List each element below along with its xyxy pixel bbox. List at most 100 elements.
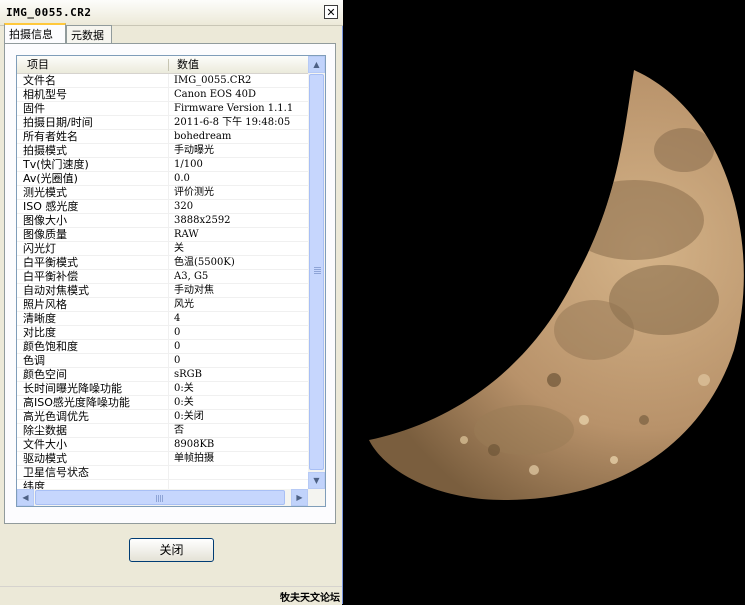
table-row[interactable]: 长时间曝光降噪功能 0:关 bbox=[17, 382, 309, 396]
row-key: 对比度 bbox=[23, 326, 56, 339]
row-key: 颜色饱和度 bbox=[23, 340, 78, 353]
row-key: ISO 感光度 bbox=[23, 200, 79, 213]
status-bar: 牧夫天文论坛 bbox=[0, 586, 342, 605]
row-value: 色温(5500K) bbox=[174, 257, 235, 268]
table-row[interactable]: 对比度 0 bbox=[17, 326, 309, 340]
moon-photo bbox=[344, 0, 745, 604]
table-row[interactable]: 除尘数据 否 bbox=[17, 424, 309, 438]
row-value: 0:关闭 bbox=[174, 411, 204, 422]
table-row[interactable]: 高ISO感光度降噪功能 0:关 bbox=[17, 396, 309, 410]
window-title: IMG_0055.CR2 bbox=[6, 6, 92, 19]
row-key: 固件 bbox=[23, 102, 45, 115]
row-key: 卫星信号状态 bbox=[23, 466, 89, 479]
row-key: 图像质量 bbox=[23, 228, 67, 241]
cell-divider bbox=[168, 354, 169, 367]
horizontal-scroll-thumb[interactable] bbox=[35, 490, 285, 505]
row-key: 自动对焦模式 bbox=[23, 284, 89, 297]
close-window-button[interactable]: ✕ bbox=[324, 5, 338, 19]
table-row[interactable]: 自动对焦模式 手动对焦 bbox=[17, 284, 309, 298]
row-key: 驱动模式 bbox=[23, 452, 67, 465]
table-row[interactable]: 卫星信号状态 bbox=[17, 466, 309, 480]
row-value: 关 bbox=[174, 243, 184, 254]
tab-label: 拍摄信息 bbox=[9, 28, 53, 41]
table-row[interactable]: 闪光灯 关 bbox=[17, 242, 309, 256]
close-button[interactable]: 关闭 bbox=[129, 538, 214, 562]
table-row[interactable]: 所有者姓名 bohedream bbox=[17, 130, 309, 144]
scroll-left-button[interactable]: ◀ bbox=[17, 489, 34, 506]
table-row[interactable]: ISO 感光度 320 bbox=[17, 200, 309, 214]
table-row[interactable]: 文件大小 8908KB bbox=[17, 438, 309, 452]
column-divider[interactable] bbox=[168, 59, 169, 71]
table-row[interactable]: 色调 0 bbox=[17, 354, 309, 368]
cell-divider bbox=[168, 382, 169, 395]
column-header-item[interactable]: 项目 bbox=[27, 56, 49, 73]
table-row[interactable]: 固件 Firmware Version 1.1.1 bbox=[17, 102, 309, 116]
table-row[interactable]: 相机型号 Canon EOS 40D bbox=[17, 88, 309, 102]
moon-image bbox=[369, 70, 744, 500]
table-row[interactable]: 驱动模式 单帧拍摄 bbox=[17, 452, 309, 466]
vertical-scroll-thumb[interactable] bbox=[309, 74, 324, 470]
cell-divider bbox=[168, 298, 169, 311]
row-key: 文件名 bbox=[23, 74, 56, 87]
row-value: 3888x2592 bbox=[174, 215, 231, 226]
table-row[interactable]: 拍摄模式 手动曝光 bbox=[17, 144, 309, 158]
table-row[interactable]: 照片风格 风光 bbox=[17, 298, 309, 312]
row-key: Av(光圈值) bbox=[23, 172, 78, 185]
cell-divider bbox=[168, 102, 169, 115]
cell-divider bbox=[168, 214, 169, 227]
cell-divider bbox=[168, 116, 169, 129]
table-row[interactable]: 拍摄日期/时间 2011-6-8 下午 19:48:05 bbox=[17, 116, 309, 130]
table-row[interactable]: Tv(快门速度) 1/100 bbox=[17, 158, 309, 172]
row-value: 8908KB bbox=[174, 439, 215, 450]
row-value: 0 bbox=[174, 355, 181, 366]
cell-divider bbox=[168, 144, 169, 157]
cell-divider bbox=[168, 368, 169, 381]
row-value: RAW bbox=[174, 229, 199, 240]
row-value: 否 bbox=[174, 425, 184, 436]
table-row[interactable]: 白平衡补偿 A3, G5 bbox=[17, 270, 309, 284]
row-value: 风光 bbox=[174, 299, 194, 310]
watermark-text: 牧夫天文论坛 bbox=[280, 593, 340, 604]
table-row[interactable]: 颜色饱和度 0 bbox=[17, 340, 309, 354]
horizontal-scrollbar[interactable]: ◀ ▶ bbox=[17, 489, 325, 506]
row-value: bohedream bbox=[174, 131, 232, 142]
row-key: 照片风格 bbox=[23, 298, 67, 311]
exif-info-dialog: IMG_0055.CR2 ✕ 拍摄信息 元数据 项目 数值 文件名 IMG_005… bbox=[0, 0, 343, 605]
row-value: 手动对焦 bbox=[174, 285, 214, 296]
row-key: 图像大小 bbox=[23, 214, 67, 227]
table-row[interactable]: 图像质量 RAW bbox=[17, 228, 309, 242]
grip-icon bbox=[156, 495, 157, 502]
cell-divider bbox=[168, 158, 169, 171]
table-row[interactable]: Av(光圈值) 0.0 bbox=[17, 172, 309, 186]
cell-divider bbox=[168, 200, 169, 213]
exif-list-view: 项目 数值 文件名 IMG_0055.CR2 相机型号 Canon EOS 40D 固件… bbox=[16, 55, 326, 507]
table-row[interactable]: 颜色空间 sRGB bbox=[17, 368, 309, 382]
table-row[interactable]: 高光色调优先 0:关闭 bbox=[17, 410, 309, 424]
vertical-scrollbar[interactable]: ▲ ▼ bbox=[308, 56, 325, 489]
column-header-value[interactable]: 数值 bbox=[177, 56, 199, 73]
row-value: 单帧拍摄 bbox=[174, 453, 214, 464]
tab-metadata[interactable]: 元数据 bbox=[66, 25, 112, 44]
table-row[interactable]: 白平衡模式 色温(5500K) bbox=[17, 256, 309, 270]
table-row[interactable]: 测光模式 评价测光 bbox=[17, 186, 309, 200]
row-key: Tv(快门速度) bbox=[23, 158, 89, 171]
cell-divider bbox=[168, 452, 169, 465]
row-value: 0 bbox=[174, 341, 181, 352]
cell-divider bbox=[168, 74, 169, 87]
cell-divider bbox=[168, 340, 169, 353]
scroll-right-button[interactable]: ▶ bbox=[291, 489, 308, 506]
table-row[interactable]: 图像大小 3888x2592 bbox=[17, 214, 309, 228]
row-value: 手动曝光 bbox=[174, 145, 214, 156]
row-key: 颜色空间 bbox=[23, 368, 67, 381]
table-row[interactable]: 清晰度 4 bbox=[17, 312, 309, 326]
cell-divider bbox=[168, 186, 169, 199]
cell-divider bbox=[168, 326, 169, 339]
scroll-down-button[interactable]: ▼ bbox=[308, 472, 325, 489]
cell-divider bbox=[168, 284, 169, 297]
tab-shooting-info[interactable]: 拍摄信息 bbox=[4, 23, 66, 44]
scroll-up-button[interactable]: ▲ bbox=[308, 56, 325, 73]
table-row[interactable]: 文件名 IMG_0055.CR2 bbox=[17, 74, 309, 88]
cell-divider bbox=[168, 270, 169, 283]
row-key: 白平衡补偿 bbox=[23, 270, 78, 283]
cell-divider bbox=[168, 130, 169, 143]
